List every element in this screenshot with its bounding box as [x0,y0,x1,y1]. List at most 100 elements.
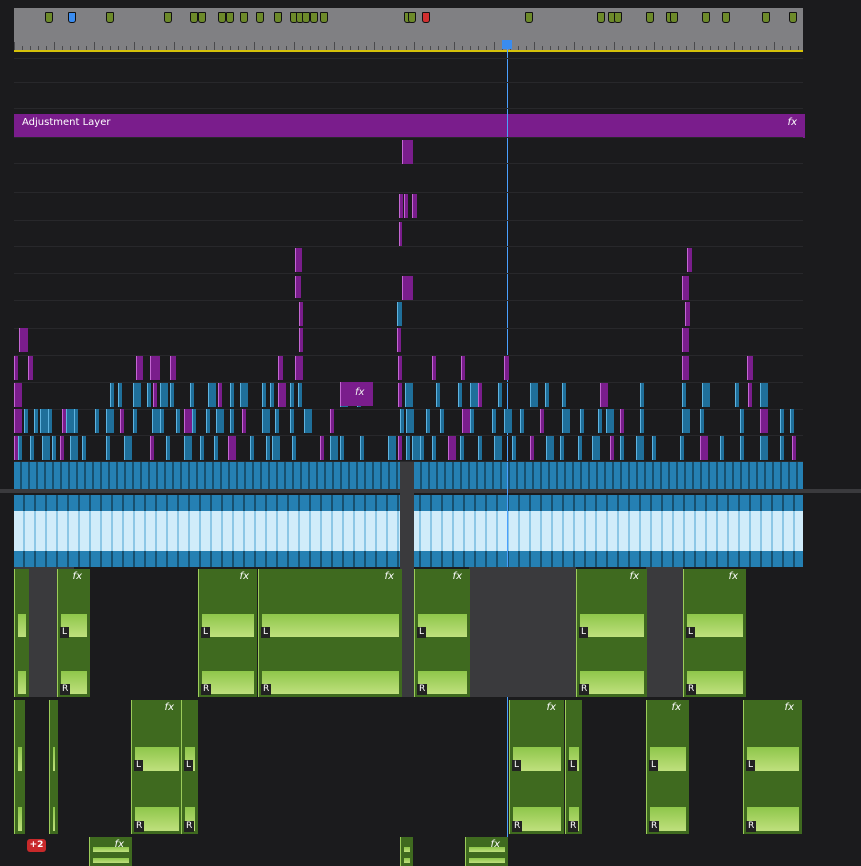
video-clip[interactable] [74,409,78,433]
audio-clip[interactable] [49,700,58,834]
marker-icon[interactable] [164,12,172,23]
audio-clip[interactable]: fx L R [509,700,564,834]
pink-clip[interactable] [150,356,160,380]
video-clip[interactable] [580,409,584,433]
video-clip[interactable] [166,436,170,460]
audio-clip[interactable]: fx L R [576,569,647,697]
pink-clip[interactable] [150,436,154,460]
video-clip[interactable] [176,409,180,433]
video-clip[interactable] [432,436,436,460]
video-clip[interactable] [184,436,192,460]
pink-clip[interactable] [278,383,286,407]
pink-clip[interactable] [184,409,192,433]
clip-fx-badge[interactable]: fx [115,839,124,850]
marker-icon[interactable] [422,12,430,23]
marker-icon[interactable] [614,12,622,23]
pink-clip[interactable] [398,436,402,460]
pink-clip[interactable] [685,302,690,326]
video-clip[interactable] [440,409,444,433]
pink-clip[interactable] [412,194,417,218]
audio-clip[interactable]: fx L R [414,569,470,697]
video-clip[interactable] [620,436,624,460]
pink-clip[interactable] [747,356,753,380]
video-clip[interactable] [504,409,512,433]
video-clip[interactable] [48,409,52,433]
video-clip[interactable] [266,436,270,460]
pink-clip[interactable] [687,248,692,272]
video-clip[interactable] [147,383,151,407]
marker-icon[interactable] [762,12,770,23]
video-clip[interactable] [298,383,302,407]
video-clip[interactable] [152,409,160,433]
video-clip[interactable] [680,436,684,460]
video-clip[interactable] [330,436,338,460]
video-clip[interactable] [735,383,739,407]
pink-clip[interactable] [295,248,302,272]
video-clip[interactable] [780,436,784,460]
audio-clip[interactable] [14,569,29,697]
video-clip[interactable] [216,409,224,433]
video-clip[interactable] [790,409,794,433]
pink-clip[interactable] [299,302,303,326]
pink-clip[interactable] [330,409,334,433]
video-clip[interactable] [160,409,164,433]
video-clip[interactable] [192,409,196,433]
audio-clip[interactable]: fx L R [131,700,182,834]
clip-fx-badge[interactable]: fx [355,387,364,398]
pink-clip[interactable] [60,436,64,460]
video-clip[interactable] [606,409,614,433]
video-clip[interactable] [262,409,270,433]
video-clip[interactable] [740,409,744,433]
marker-icon[interactable] [68,12,76,23]
clip-fx-badge[interactable]: fx [73,571,82,582]
marker-icon[interactable] [198,12,206,23]
video-clip[interactable] [400,409,404,433]
video-clip[interactable] [494,436,502,460]
video-clip[interactable] [190,383,194,407]
pink-clip[interactable] [397,328,401,352]
pink-clip[interactable] [136,356,143,380]
audio-clip[interactable] [14,700,25,834]
pink-clip[interactable] [28,356,33,380]
video-clip[interactable] [250,436,254,460]
video-clip[interactable] [42,436,50,460]
pink-clip[interactable] [320,436,324,460]
pink-clip[interactable] [278,356,283,380]
video-clip[interactable] [720,436,724,460]
marker-icon[interactable] [646,12,654,23]
video-clip[interactable] [397,302,402,326]
audio-clip[interactable]: fx L R [646,700,689,834]
clip-fx-badge[interactable]: fx [165,702,174,713]
audio-clip[interactable]: LR [181,700,198,834]
marker-icon[interactable] [408,12,416,23]
video-clip[interactable] [290,409,294,433]
video-clip[interactable] [124,436,132,460]
video-clip[interactable] [106,409,114,433]
video-clip[interactable] [230,383,234,407]
adjustment-layer-fx-badge[interactable]: fx [788,117,797,128]
video-clip[interactable] [95,409,99,433]
video-clip[interactable] [230,409,234,433]
video-clip[interactable] [560,436,564,460]
pink-clip[interactable] [478,383,482,407]
pink-clip[interactable] [530,436,534,460]
video-clip[interactable] [30,436,34,460]
video-clip[interactable] [304,409,312,433]
video-clip[interactable] [530,383,538,407]
video-clip[interactable] [546,436,554,460]
pink-clip[interactable] [432,356,436,380]
clip-fx-badge[interactable]: fx [785,702,794,713]
video-clip[interactable] [478,436,482,460]
video-clip[interactable] [702,383,710,407]
video-clip[interactable] [700,409,704,433]
video-clip[interactable] [498,383,502,407]
pink-clip[interactable] [295,276,301,298]
pink-clip[interactable] [760,409,768,433]
video-clip[interactable] [652,436,656,460]
clip-fx-badge[interactable]: fx [491,839,500,850]
pink-clip[interactable] [299,328,303,352]
video-clip[interactable] [208,383,216,407]
marker-icon[interactable] [190,12,198,23]
marker-icon[interactable] [226,12,234,23]
clip-fx-badge[interactable]: fx [630,571,639,582]
